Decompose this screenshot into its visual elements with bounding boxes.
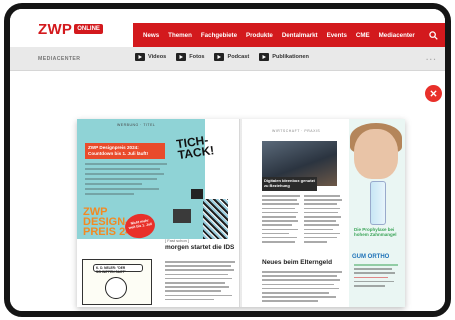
device-frame: ZWP ONLINE News Themen Fachgebiete Produ… [4, 3, 451, 317]
video-icon [135, 53, 145, 61]
tich-tack-title: TICH-TACK! [175, 132, 216, 163]
nav-item-dentalmarkt[interactable]: Dentalmarkt [282, 32, 318, 39]
media-link-publikationen[interactable]: Publikationen [259, 53, 309, 61]
article-text-lines [262, 195, 300, 245]
media-link-label: Publikationen [272, 54, 309, 60]
cover-graphic [173, 209, 191, 223]
media-link-label: Podcast [227, 54, 250, 60]
screen: ZWP ONLINE News Themen Fachgebiete Produ… [10, 9, 445, 311]
publication-icon [259, 53, 270, 61]
magazine-page-right[interactable]: WIRTSCHAFT · PRAXIS Digitalen Ideenbox g… [242, 119, 405, 307]
more-icon[interactable]: ··· [426, 55, 437, 64]
cover-date-banner: ZWP Designpreis 2024: Countdown bis 1. J… [85, 143, 165, 159]
ad-photo [354, 129, 398, 179]
ad-text-lines [354, 264, 398, 289]
nav-item-events[interactable]: Events [327, 32, 347, 39]
ad-product [370, 181, 386, 225]
nav-item-cme[interactable]: CME [356, 32, 370, 39]
nav-item-mediacenter[interactable]: Mediacenter [379, 32, 415, 39]
photo-caption: Digitalen Ideenbox genutzt zu Beziehung [262, 177, 317, 191]
comic-speech-bubble: K. D. NELER: "DER SCHNIPPEN SAGT" [93, 264, 143, 274]
cover-pattern [203, 199, 228, 239]
media-links: Videos Fotos Podcast Publikationen [135, 53, 319, 61]
close-icon [430, 90, 437, 97]
nav-item-fachgebiete[interactable]: Fachgebiete [201, 32, 237, 39]
media-link-label: Videos [148, 54, 167, 60]
search-icon [428, 30, 438, 40]
ad-text: Die Prophylaxe bei hohem Zahnmangel [354, 227, 397, 237]
cover-text-lines [85, 163, 167, 198]
search-button[interactable] [421, 23, 445, 47]
logo-text: ZWP [38, 21, 73, 38]
photo-icon [176, 53, 187, 61]
page-header: WIRTSCHAFT · PRAXIS [272, 129, 321, 133]
article-text-lines [262, 271, 342, 305]
nav-item-news[interactable]: News [143, 32, 159, 39]
comic-face [105, 277, 127, 299]
media-link-label: Fotos [189, 54, 205, 60]
article-headline: Neues beim Elterngeld [262, 259, 333, 266]
media-link-podcast[interactable]: Podcast [214, 53, 249, 61]
logo-badge: ONLINE [74, 23, 103, 34]
media-subbar: MEDIACENTER Videos Fotos Podcast Publika… [10, 47, 445, 71]
subbar-title: MEDIACENTER [38, 56, 81, 62]
media-link-videos[interactable]: Videos [135, 53, 166, 61]
podcast-icon [214, 53, 225, 61]
close-button[interactable] [425, 85, 442, 102]
main-navigation: News Themen Fachgebiete Produkte Dentalm… [133, 23, 445, 47]
nav-item-produkte[interactable]: Produkte [246, 32, 273, 39]
magazine-viewer[interactable]: WERBUNG · TITEL ZWP Designpreis 2024: Co… [77, 119, 405, 307]
page-header: WERBUNG · TITEL [117, 123, 156, 127]
nav-item-themen[interactable]: Themen [168, 32, 192, 39]
article-text-lines [304, 195, 342, 245]
ad-brand-logo: GUM ORTHO [352, 254, 390, 260]
article-text-lines [165, 261, 235, 303]
ids-label: [ Fast schon ] [165, 238, 190, 243]
article-headline: morgen startet die IDS [165, 244, 235, 251]
cover-graphic [191, 189, 203, 199]
media-link-fotos[interactable]: Fotos [176, 53, 204, 61]
site-logo[interactable]: ZWP ONLINE [38, 21, 103, 38]
magazine-page-left[interactable]: WERBUNG · TITEL ZWP Designpreis 2024: Co… [77, 119, 240, 307]
